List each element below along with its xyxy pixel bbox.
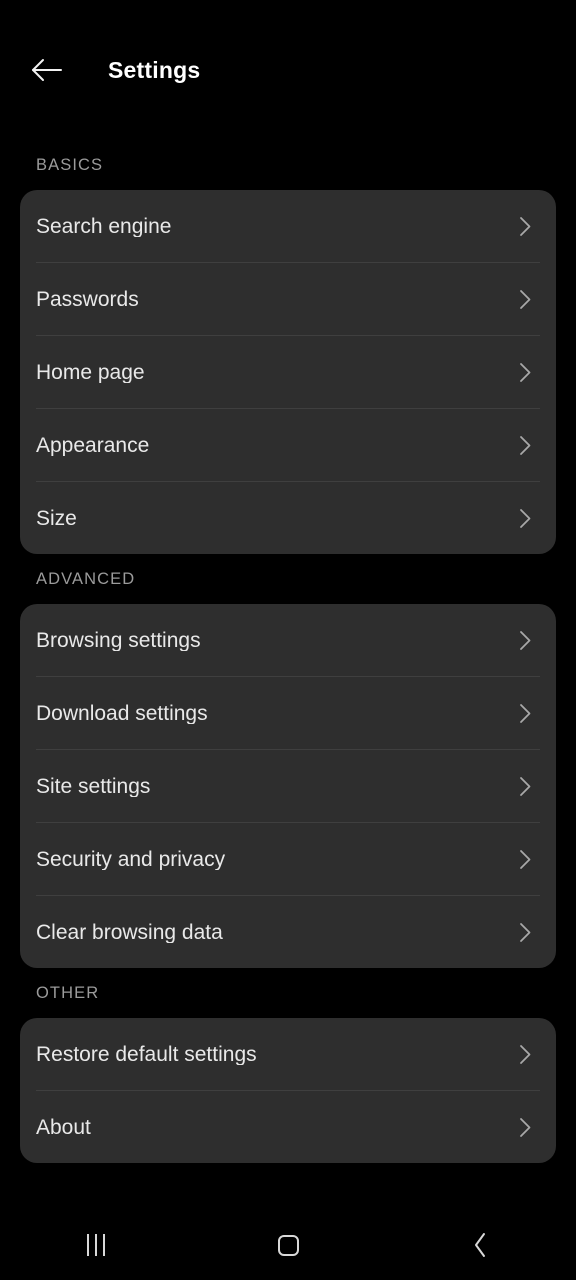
arrow-left-icon	[32, 59, 62, 81]
chevron-right-icon	[514, 775, 536, 797]
settings-row-passwords[interactable]: Passwords	[20, 263, 556, 335]
settings-row-label: Size	[36, 507, 77, 529]
settings-row-label: Appearance	[36, 434, 150, 456]
chevron-right-icon	[514, 434, 536, 456]
settings-row-appearance[interactable]: Appearance	[20, 409, 556, 481]
chevron-right-icon	[514, 1116, 536, 1138]
home-button[interactable]	[192, 1210, 384, 1280]
settings-row-label: About	[36, 1116, 91, 1138]
settings-row-about[interactable]: About	[20, 1091, 556, 1163]
settings-row-label: Restore default settings	[36, 1043, 257, 1065]
settings-row-download-settings[interactable]: Download settings	[20, 677, 556, 749]
section-header-other: OTHER	[36, 983, 100, 1002]
page-title: Settings	[108, 56, 201, 83]
settings-row-browsing-settings[interactable]: Browsing settings	[20, 604, 556, 676]
chevron-right-icon	[514, 288, 536, 310]
system-navigation-bar	[0, 1210, 576, 1280]
settings-row-security-and-privacy[interactable]: Security and privacy	[20, 823, 556, 895]
settings-row-label: Passwords	[36, 288, 139, 310]
settings-row-site-settings[interactable]: Site settings	[20, 750, 556, 822]
chevron-right-icon	[514, 629, 536, 651]
settings-row-search-engine[interactable]: Search engine	[20, 190, 556, 262]
settings-group-advanced: Browsing settings Download settings Site…	[20, 604, 556, 968]
chevron-right-icon	[514, 361, 536, 383]
chevron-right-icon	[514, 921, 536, 943]
settings-row-size[interactable]: Size	[20, 482, 556, 554]
settings-row-home-page[interactable]: Home page	[20, 336, 556, 408]
recents-icon	[87, 1234, 105, 1256]
back-button[interactable]	[24, 47, 70, 93]
home-icon	[277, 1234, 299, 1256]
settings-row-label: Search engine	[36, 215, 172, 237]
section-header-basics: BASICS	[36, 155, 104, 174]
back-icon	[474, 1233, 485, 1257]
settings-list[interactable]: BASICS Search engine Passwords Home page…	[0, 140, 576, 1210]
settings-row-label: Site settings	[36, 775, 151, 797]
settings-row-label: Home page	[36, 361, 145, 383]
settings-group-basics: Search engine Passwords Home page Appear…	[20, 190, 556, 554]
section-header-advanced: ADVANCED	[36, 569, 136, 588]
settings-row-label: Clear browsing data	[36, 921, 223, 943]
app-bar: Settings	[0, 0, 576, 140]
chevron-right-icon	[514, 1043, 536, 1065]
chevron-right-icon	[514, 215, 536, 237]
settings-group-other: Restore default settings About	[20, 1018, 556, 1163]
recents-button[interactable]	[0, 1210, 192, 1280]
settings-row-label: Browsing settings	[36, 629, 201, 651]
chevron-right-icon	[514, 702, 536, 724]
chevron-right-icon	[514, 848, 536, 870]
settings-row-clear-browsing-data[interactable]: Clear browsing data	[20, 896, 556, 968]
system-back-button[interactable]	[384, 1210, 576, 1280]
settings-row-restore-default-settings[interactable]: Restore default settings	[20, 1018, 556, 1090]
chevron-right-icon	[514, 507, 536, 529]
settings-row-label: Download settings	[36, 702, 208, 724]
settings-row-label: Security and privacy	[36, 848, 226, 870]
